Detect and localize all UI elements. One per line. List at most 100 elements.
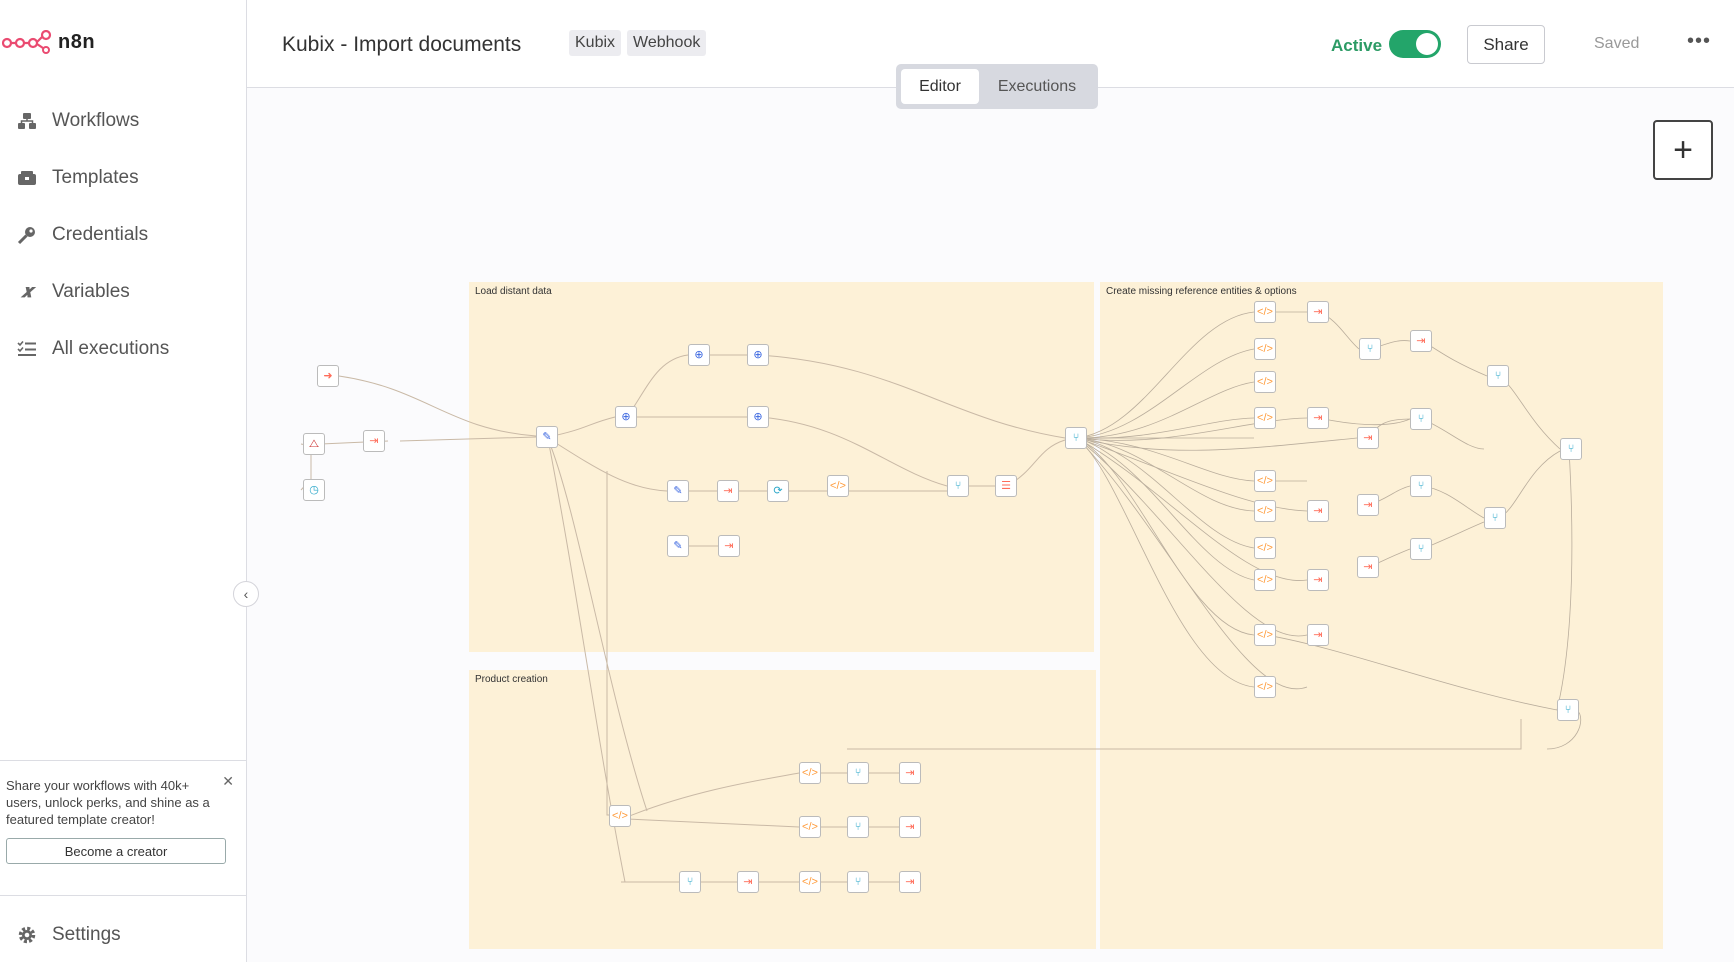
- http-request-node[interactable]: ⇥: [899, 762, 921, 784]
- http-request-icon: ⇥: [1313, 504, 1323, 517]
- http-request-node[interactable]: ⇥: [1307, 624, 1329, 646]
- toggle-knob: [1416, 33, 1438, 55]
- merge-icon: ⑂: [1417, 479, 1425, 492]
- pencil-icon: ✎: [673, 539, 683, 552]
- set-node[interactable]: ✎: [667, 535, 689, 557]
- merge-icon: ⑂: [1072, 431, 1080, 444]
- code-node[interactable]: </>: [1254, 338, 1276, 360]
- workflow-canvas[interactable]: Load distant data Create missing referen…: [247, 89, 1734, 962]
- set-kubix-context-node[interactable]: ⇥: [363, 430, 385, 452]
- aggregate-node[interactable]: ☰: [995, 475, 1017, 497]
- code-node[interactable]: </>: [1254, 407, 1276, 429]
- merge-icon: ⑂: [954, 479, 962, 492]
- http-request-node[interactable]: ⇥: [1410, 330, 1432, 352]
- list-icon: [16, 338, 38, 360]
- tag[interactable]: Webhook: [627, 30, 707, 56]
- code-node[interactable]: </>: [799, 762, 821, 784]
- merge-node[interactable]: ⑂: [1560, 438, 1582, 460]
- add-node-button[interactable]: +: [1653, 120, 1713, 180]
- globe-icon: ⊕: [694, 348, 704, 361]
- http-request-node[interactable]: ⇥: [1307, 500, 1329, 522]
- code-node[interactable]: </>: [799, 871, 821, 893]
- sidebar-item-settings[interactable]: Settings: [0, 910, 246, 960]
- code-node[interactable]: </>: [799, 816, 821, 838]
- tab-executions[interactable]: Executions: [981, 69, 1093, 104]
- merge-node[interactable]: ⑂: [1410, 538, 1432, 560]
- http-request-icon: ⇥: [724, 539, 734, 552]
- sidebar-item-credentials[interactable]: Credentials: [0, 206, 246, 263]
- code-node[interactable]: </>: [609, 805, 631, 827]
- code-icon: </>: [1257, 342, 1273, 355]
- code-node[interactable]: </>: [1254, 569, 1276, 591]
- http-request-node[interactable]: ⇥: [1357, 427, 1379, 449]
- merge-node[interactable]: ⑂: [679, 871, 701, 893]
- merge-node[interactable]: ⑂: [1065, 427, 1087, 449]
- code-icon: </>: [1257, 305, 1273, 318]
- http-request-node[interactable]: ⊕: [747, 344, 769, 366]
- merge-node[interactable]: ⑂: [947, 475, 969, 497]
- http-request-node[interactable]: ⇥: [1307, 407, 1329, 429]
- sidebar-item-all-executions[interactable]: All executions: [0, 320, 246, 377]
- merge-node[interactable]: ⑂: [1359, 338, 1381, 360]
- merge-icon: ⑂: [1494, 369, 1502, 382]
- merge-node[interactable]: ⑂: [847, 871, 869, 893]
- tag[interactable]: Kubix: [569, 30, 622, 56]
- http-request-node[interactable]: ⇥: [1307, 569, 1329, 591]
- http-request-node[interactable]: ⇥: [717, 480, 739, 502]
- merge-node[interactable]: ⑂: [1410, 408, 1432, 430]
- code-node[interactable]: </>: [1254, 470, 1276, 492]
- merge-icon: ⑂: [1491, 511, 1499, 524]
- http-request-node[interactable]: ⇥: [718, 535, 740, 557]
- code-node[interactable]: </>: [1254, 500, 1276, 522]
- code-node[interactable]: </>: [1254, 371, 1276, 393]
- share-button[interactable]: Share: [1467, 25, 1545, 64]
- active-toggle[interactable]: [1389, 30, 1441, 58]
- webhook-icon: ⧍: [308, 437, 320, 450]
- collapse-sidebar-button[interactable]: ‹: [233, 581, 259, 607]
- n8n-window: n8n Workflows Templates Credentials 𝒙 Va…: [0, 0, 1734, 962]
- clock-icon: ◷: [309, 483, 319, 496]
- set-node[interactable]: ✎: [667, 480, 689, 502]
- http-request-node[interactable]: ⇥: [1357, 556, 1379, 578]
- merge-icon: ⑂: [1366, 342, 1374, 355]
- merge-node[interactable]: ⑂: [1557, 699, 1579, 721]
- merge-node[interactable]: ⑂: [1487, 365, 1509, 387]
- http-request-icon: ⇥: [1363, 498, 1373, 511]
- code-node[interactable]: </>: [827, 475, 849, 497]
- tab-editor[interactable]: Editor: [901, 69, 979, 104]
- more-menu-icon[interactable]: •••: [1687, 30, 1711, 53]
- http-request-node[interactable]: ⊕: [688, 344, 710, 366]
- sidebar-item-variables[interactable]: 𝒙 Variables: [0, 263, 246, 320]
- code-node[interactable]: </>: [1254, 676, 1276, 698]
- sidebar-item-workflows[interactable]: Workflows: [0, 92, 246, 149]
- pencil-icon: ✎: [673, 484, 683, 497]
- loop-node[interactable]: ⟳: [767, 480, 789, 502]
- close-icon[interactable]: ✕: [222, 773, 234, 790]
- http-request-node[interactable]: ⇥: [1357, 494, 1379, 516]
- code-node[interactable]: </>: [1254, 624, 1276, 646]
- settings-set-node[interactable]: ✎: [536, 426, 558, 448]
- sidebar-item-templates[interactable]: Templates: [0, 149, 246, 206]
- schedule-trigger-node[interactable]: ◷: [303, 479, 325, 501]
- sidebar-item-label: Workflows: [52, 109, 140, 131]
- merge-icon: ⑂: [686, 875, 694, 888]
- http-request-node[interactable]: ⊕: [615, 406, 637, 428]
- become-creator-button[interactable]: Become a creator: [6, 838, 226, 864]
- code-node[interactable]: </>: [1254, 301, 1276, 323]
- merge-node[interactable]: ⑂: [847, 816, 869, 838]
- code-node[interactable]: </>: [1254, 537, 1276, 559]
- http-request-node[interactable]: ⊕: [747, 406, 769, 428]
- settings-label: Settings: [52, 924, 121, 945]
- workflow-name[interactable]: Kubix - Import documents: [282, 33, 521, 57]
- http-request-node[interactable]: ⇥: [737, 871, 759, 893]
- merge-icon: ⑂: [1567, 442, 1575, 455]
- merge-node[interactable]: ⑂: [1484, 507, 1506, 529]
- merge-node[interactable]: ⑂: [1410, 475, 1432, 497]
- http-request-node[interactable]: ⇥: [899, 871, 921, 893]
- manual-products-trigger-node[interactable]: ➜: [317, 365, 339, 387]
- webhook-node[interactable]: ⧍: [303, 433, 325, 455]
- merge-node[interactable]: ⑂: [847, 762, 869, 784]
- logo[interactable]: n8n: [2, 30, 95, 54]
- http-request-node[interactable]: ⇥: [899, 816, 921, 838]
- http-request-node[interactable]: ⇥: [1307, 301, 1329, 323]
